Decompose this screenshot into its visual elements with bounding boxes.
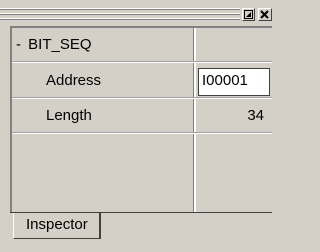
inspector-panel: - BIT_SEQ Address I00001 Length 34 <box>10 26 272 212</box>
restore-button[interactable] <box>242 8 255 21</box>
grip-line <box>0 14 240 15</box>
row-divider <box>12 133 272 134</box>
grip-line <box>0 9 240 10</box>
collapse-toggle[interactable]: - <box>16 36 21 53</box>
panel-titlebar[interactable] <box>0 0 272 26</box>
property-label: Length <box>46 107 92 124</box>
tab-strip: Inspector <box>10 212 272 252</box>
row-divider <box>12 62 272 63</box>
tab-inspector[interactable]: Inspector <box>13 213 101 239</box>
property-row-length[interactable]: Length 34 <box>12 99 272 132</box>
restore-icon <box>244 10 253 19</box>
group-name: BIT_SEQ <box>28 36 92 53</box>
group-row[interactable]: - BIT_SEQ <box>12 28 272 61</box>
group-header[interactable]: - BIT_SEQ <box>12 28 194 61</box>
close-button[interactable] <box>258 8 272 21</box>
address-input[interactable]: I00001 <box>198 68 270 96</box>
grip-line <box>0 19 240 20</box>
property-label: Address <box>46 72 102 89</box>
property-grid: - BIT_SEQ Address I00001 Length 34 <box>12 28 272 212</box>
close-icon <box>260 10 269 19</box>
length-value[interactable]: 34 <box>197 99 272 132</box>
